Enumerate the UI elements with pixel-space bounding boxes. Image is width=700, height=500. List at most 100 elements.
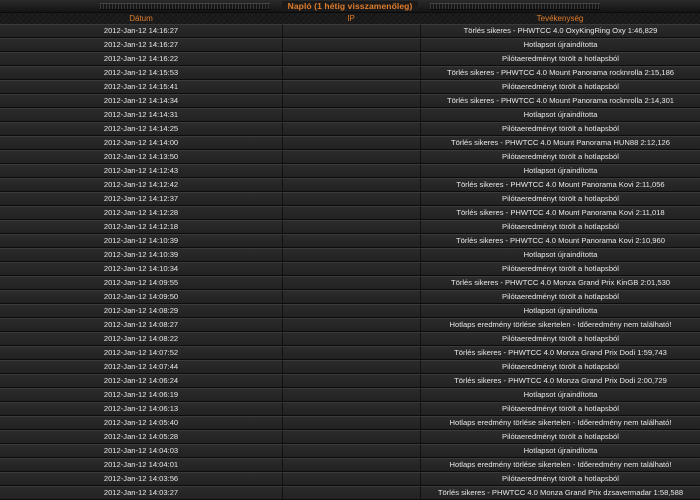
table-row: 2012-Jan-12 14:06:24 Törlés sikeres - PHW… [0,374,700,388]
table-header-row: Dátum IP Tevékenység [0,13,700,24]
table-row: 2012-Jan-12 14:07:44 Pilótaeredményt törö… [0,360,700,374]
table-row: 2012-Jan-12 14:10:39 Törlés sikeres - PHW… [0,234,700,248]
column-header-ip: IP [347,14,355,23]
date-cell: 2012-Jan-12 14:05:40 [0,416,282,430]
ip-cell [282,416,420,430]
table-row: 2012-Jan-12 14:12:18 Pilótaeredményt törö… [0,220,700,234]
date-cell: 2012-Jan-12 14:05:28 [0,430,282,444]
activity-cell: Törlés sikeres - PHWTCC 4.0 Mount Panora… [420,206,700,220]
activity-cell: Pilótaeredményt törölt a hotlapsból [420,150,700,164]
panel-title: Napló (1 hétig visszamenőleg) [281,1,419,11]
ip-cell [282,80,420,94]
table-row: 2012-Jan-12 14:16:22 Pilótaeredményt törö… [0,52,700,66]
table-row: 2012-Jan-12 14:12:37 Pilótaeredményt törö… [0,192,700,206]
ip-cell [282,262,420,276]
column-header-activity: Tevékenység [536,14,584,23]
ip-cell [282,332,420,346]
ip-cell [282,52,420,66]
ip-cell [282,472,420,486]
table-row: 2012-Jan-12 14:06:13 Pilótaeredményt törö… [0,402,700,416]
date-cell: 2012-Jan-12 14:16:27 [0,38,282,52]
date-cell: 2012-Jan-12 14:08:22 [0,332,282,346]
date-cell: 2012-Jan-12 14:07:44 [0,360,282,374]
date-cell: 2012-Jan-12 14:08:29 [0,304,282,318]
activity-cell: Hotlapsot újraindította [420,304,700,318]
table-row: 2012-Jan-12 14:05:40 Hotlaps eredmény tör… [0,416,700,430]
table-row: 2012-Jan-12 14:10:39 Hotlapsot újraindíto… [0,248,700,262]
activity-cell: Hotlapsot újraindította [420,248,700,262]
date-cell: 2012-Jan-12 14:06:24 [0,374,282,388]
ip-cell [282,276,420,290]
table-row: 2012-Jan-12 14:13:50 Pilótaeredményt törö… [0,150,700,164]
table-row: 2012-Jan-12 14:16:27 Hotlapsot újraindíto… [0,38,700,52]
activity-cell: Törlés sikeres - PHWTCC 4.0 Mount Panora… [420,136,700,150]
activity-cell: Hotlapsot újraindította [420,444,700,458]
ip-cell [282,374,420,388]
activity-cell: Pilótaeredményt törölt a hotlapsból [420,262,700,276]
activity-cell: Pilótaeredményt törölt a hotlapsból [420,360,700,374]
activity-cell: Pilótaeredményt törölt a hotlapsból [420,122,700,136]
activity-cell: Hotlapsot újraindította [420,38,700,52]
activity-cell: Törlés sikeres - PHWTCC 4.0 Mount Panora… [420,94,700,108]
date-cell: 2012-Jan-12 14:12:37 [0,192,282,206]
ip-cell [282,206,420,220]
activity-cell: Törlés sikeres - PHWTCC 4.0 Mount Panora… [420,234,700,248]
log-rows: 2012-Jan-12 14:16:27 Törlés sikeres - PHW… [0,24,700,500]
table-row: 2012-Jan-12 14:09:55 Törlés sikeres - PHW… [0,276,700,290]
date-cell: 2012-Jan-12 14:15:41 [0,80,282,94]
activity-cell: Törlés sikeres - PHWTCC 4.0 Mount Panora… [420,178,700,192]
date-cell: 2012-Jan-12 14:10:39 [0,248,282,262]
activity-cell: Pilótaeredményt törölt a hotlapsból [420,402,700,416]
table-row: 2012-Jan-12 14:04:03 Hotlapsot újraindíto… [0,444,700,458]
ip-cell [282,108,420,122]
activity-cell: Törlés sikeres - PHWTCC 4.0 Mount Panora… [420,66,700,80]
panel-header: Napló (1 hétig visszamenőleg) [0,0,700,13]
activity-cell: Hotlapsot újraindította [420,164,700,178]
ip-cell [282,458,420,472]
date-cell: 2012-Jan-12 14:14:25 [0,122,282,136]
date-cell: 2012-Jan-12 14:16:27 [0,24,282,38]
activity-cell: Pilótaeredményt törölt a hotlapsból [420,80,700,94]
activity-cell: Pilótaeredményt törölt a hotlapsból [420,52,700,66]
activity-cell: Hotlapsot újraindította [420,388,700,402]
ip-cell [282,430,420,444]
ip-cell [282,136,420,150]
ip-cell [282,290,420,304]
date-cell: 2012-Jan-12 14:14:31 [0,108,282,122]
ip-cell [282,178,420,192]
table-row: 2012-Jan-12 14:08:27 Hotlaps eredmény tör… [0,318,700,332]
table-row: 2012-Jan-12 14:14:25 Pilótaeredményt törö… [0,122,700,136]
date-cell: 2012-Jan-12 14:06:19 [0,388,282,402]
date-cell: 2012-Jan-12 14:04:01 [0,458,282,472]
table-row: 2012-Jan-12 14:03:56 Pilótaeredményt törö… [0,472,700,486]
ip-cell [282,150,420,164]
ip-cell [282,318,420,332]
ip-cell [282,402,420,416]
ip-cell [282,164,420,178]
date-cell: 2012-Jan-12 14:09:55 [0,276,282,290]
activity-cell: Pilótaeredményt törölt a hotlapsból [420,472,700,486]
ip-cell [282,66,420,80]
ip-cell [282,444,420,458]
date-cell: 2012-Jan-12 14:03:27 [0,486,282,500]
date-cell: 2012-Jan-12 14:15:53 [0,66,282,80]
activity-cell: Pilótaeredményt törölt a hotlapsból [420,290,700,304]
date-cell: 2012-Jan-12 14:12:42 [0,178,282,192]
date-cell: 2012-Jan-12 14:07:52 [0,346,282,360]
date-cell: 2012-Jan-12 14:03:56 [0,472,282,486]
ip-cell [282,38,420,52]
table-row: 2012-Jan-12 14:15:41 Pilótaeredményt törö… [0,80,700,94]
ip-cell [282,486,420,500]
date-cell: 2012-Jan-12 14:08:27 [0,318,282,332]
activity-cell: Törlés sikeres - PHWTCC 4.0 Monza Grand … [420,486,700,500]
activity-cell: Pilótaeredményt törölt a hotlapsból [420,430,700,444]
ip-cell [282,122,420,136]
table-row: 2012-Jan-12 14:14:00 Törlés sikeres - PHW… [0,136,700,150]
date-cell: 2012-Jan-12 14:12:28 [0,206,282,220]
table-row: 2012-Jan-12 14:12:43 Hotlapsot újraindíto… [0,164,700,178]
ip-cell [282,346,420,360]
date-cell: 2012-Jan-12 14:13:50 [0,150,282,164]
table-row: 2012-Jan-12 14:15:53 Törlés sikeres - PHW… [0,66,700,80]
table-row: 2012-Jan-12 14:12:42 Törlés sikeres - PHW… [0,178,700,192]
table-row: 2012-Jan-12 14:10:34 Pilótaeredményt törö… [0,262,700,276]
